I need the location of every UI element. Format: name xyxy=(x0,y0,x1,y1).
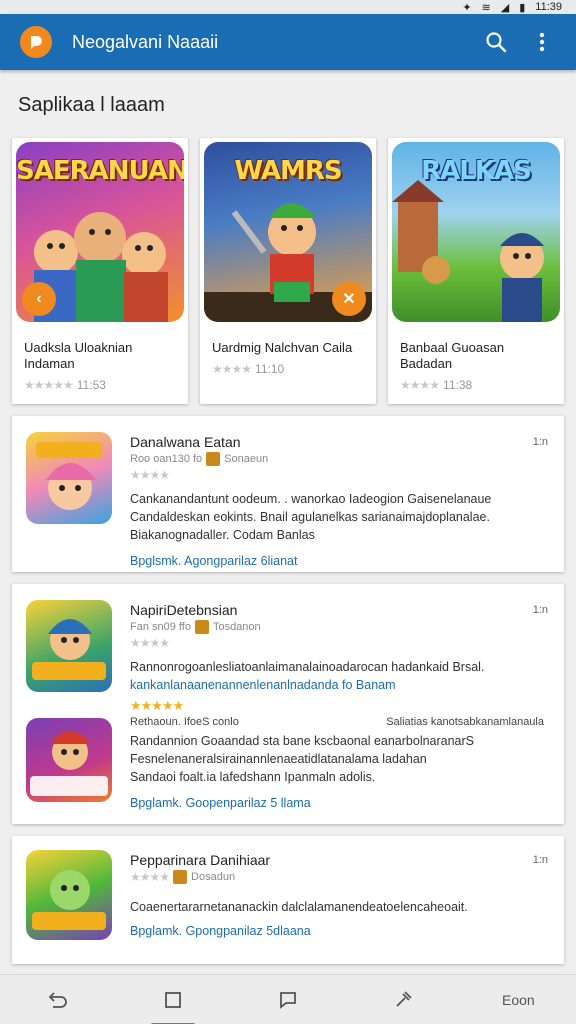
featured-rating: ★★★★ 11:38 xyxy=(400,378,552,392)
featured-card[interactable]: RALKAS Banbaal Guoasan Badadan ★★★★ 11:3… xyxy=(388,138,564,404)
rating-stars-icon: ★★★★ xyxy=(212,362,252,376)
featured-card[interactable]: WAMRS ✕ Uardmig Nalchvan Caila ★★★★ 11:1… xyxy=(200,138,376,404)
list-title: Pepparinara Danihiaar xyxy=(130,852,271,868)
list-desc: Cankanandantunt oodeum. . wanorkao Iadeo… xyxy=(130,490,544,544)
list-body: NapiriDetebnsian Fan sn09 ffo Tosdanon ★… xyxy=(130,602,544,810)
list-meta: ★★★★ Dosadun xyxy=(130,870,544,884)
list-desc: Coaenertararnetananackin dalclalamanende… xyxy=(130,898,544,916)
close-badge-icon[interactable]: ✕ xyxy=(332,282,366,316)
search-icon[interactable] xyxy=(476,22,516,62)
play-badge-icon[interactable]: ‹ xyxy=(22,282,56,316)
list-rating: ★★★★ xyxy=(130,636,544,650)
nav-last-label[interactable]: Eoon xyxy=(488,980,548,1020)
meta-text: Sonaeun xyxy=(224,453,269,465)
status-bar: ✦ ≋ ◢ ▮ 11:39 xyxy=(0,0,576,14)
desc-line: Rannonrogoanlesliatoanlaimanalainoadaroc… xyxy=(130,660,485,674)
list-link[interactable]: Bpglsmk. Agongparilaz 6lianat xyxy=(130,554,544,568)
featured-card[interactable]: SAERANUAN ‹ Uadksla Uloaknian Indaman ★★… xyxy=(12,138,188,404)
rating-stars-icon: ★★★★ xyxy=(130,468,170,482)
list-item[interactable]: 1:n Pepparinara Danihiaar ★★★★ Dosadun C… xyxy=(12,836,564,964)
desc-line: Coaenertararnetananackin dalclalamanende… xyxy=(130,900,468,914)
desc-line: Candaldeskan eokints. Bnail agulanelkas … xyxy=(130,510,490,524)
list-sub-rating-row: Rethaoun. IfoeS conlo Saliatias kanotsab… xyxy=(130,716,544,728)
section-title: Saplikaa l laaam xyxy=(18,94,165,116)
list-meta: Roo oan130 fo Sonaeun xyxy=(130,452,544,466)
desc-line: Cankanandantunt oodeum. . wanorkao Iadeo… xyxy=(130,492,492,506)
list-desc: Rannonrogoanlesliatoanlaimanalainoadaroc… xyxy=(130,658,544,694)
game-icon xyxy=(26,850,112,940)
featured-art-title: WAMRS xyxy=(234,156,342,186)
list-body: Pepparinara Danihiaar ★★★★ Dosadun Coaen… xyxy=(130,852,544,938)
rating-value: 11:53 xyxy=(76,378,106,392)
rating-stars-gold-icon: ★★★★★ xyxy=(130,698,184,713)
featured-name: Uadksla Uloaknian Indaman xyxy=(24,340,133,371)
meta-text: Tosdanon xyxy=(212,621,261,633)
rating-value: 11:10 xyxy=(255,362,285,376)
tools-icon[interactable] xyxy=(373,980,433,1020)
meta-text: Dosadun xyxy=(191,871,236,883)
notification-icon: ✦ xyxy=(462,1,472,14)
sub-rating-label: Rethaoun. IfoeS conlo xyxy=(130,716,239,728)
desc-line: Fesnelenaneralsirainannlenaeatidlatanala… xyxy=(130,752,427,766)
featured-name: Uardmig Nalchvan Caila xyxy=(212,340,353,355)
list-title: Danalwana Eatan xyxy=(130,434,241,450)
app-bar: Neogalvani Naaaii xyxy=(0,14,576,70)
featured-art: WAMRS ✕ xyxy=(204,142,372,322)
featured-art-title: RALKAS xyxy=(421,156,532,186)
rating-stars-icon: ★★★★ xyxy=(130,636,170,650)
lock-icon xyxy=(173,870,188,884)
featured-art: RALKAS xyxy=(392,142,560,322)
lock-icon xyxy=(206,452,221,466)
list-sub-rating: ★★★★★ xyxy=(130,698,544,714)
game-icon xyxy=(26,718,112,802)
featured-rating: ★★★★ 11:10 xyxy=(212,362,364,376)
list-item[interactable]: 1:n NapiriDetebnsian Fan sn09 ffo Tosdan… xyxy=(12,584,564,824)
featured-row: SAERANUAN ‹ Uadksla Uloaknian Indaman ★★… xyxy=(12,138,564,404)
signal-icon: ◢ xyxy=(500,1,510,14)
featured-rating: ★★★★★ 11:53 xyxy=(24,378,176,392)
sub-rating-right: Saliatias kanotsabkanamlanaula xyxy=(386,716,544,728)
desc-line: kankanlanaanenannenlenanlnadanda fo Bana… xyxy=(130,678,396,692)
list-link[interactable]: Bpglamk. Goopenparilaz 5 llama xyxy=(130,796,544,810)
more-vert-icon[interactable] xyxy=(522,22,562,62)
lock-icon xyxy=(194,620,209,634)
battery-icon: ▮ xyxy=(519,1,526,14)
featured-name: Banbaal Guoasan Badadan xyxy=(400,340,505,371)
desc-line: Biakanognadaller. Codam Banlas xyxy=(130,528,315,542)
list-title: NapiriDetebnsian xyxy=(130,602,238,618)
featured-art: SAERANUAN ‹ xyxy=(16,142,184,322)
list-body: Danalwana Eatan Roo oan130 fo Sonaeun ★★… xyxy=(130,434,544,568)
rating-value: 11:38 xyxy=(443,378,473,392)
rating-stars-icon: ★★★★ xyxy=(130,870,170,884)
list-rating: ★★★★ xyxy=(130,468,544,482)
featured-art-title: SAERANUAN xyxy=(16,156,184,186)
game-icon xyxy=(26,600,112,692)
list-item[interactable]: 1:n Danalwana Eatan Roo oan130 fo Sonaeu… xyxy=(12,416,564,572)
game-icon xyxy=(26,432,112,524)
chat-icon[interactable] xyxy=(258,980,318,1020)
app-title: Neogalvani Naaaii xyxy=(72,31,219,52)
desc-line: Sandaoi foalt.ia lafedshann Ipanmaln ado… xyxy=(130,770,376,784)
list-link[interactable]: Bpglamk. Gpongpanilaz 5dlaana xyxy=(130,924,544,938)
rating-stars-icon: ★★★★ xyxy=(400,378,440,392)
meta-text: Roo oan130 fo xyxy=(130,453,203,465)
back-icon[interactable] xyxy=(28,980,88,1020)
status-time: 11:39 xyxy=(535,1,562,13)
desc-line: Randannion Goaandad sta bane kscbaonal e… xyxy=(130,734,475,748)
wifi-icon: ≋ xyxy=(481,1,491,14)
list-desc-2: Randannion Goaandad sta bane kscbaonal e… xyxy=(130,732,544,786)
rating-stars-icon: ★★★★★ xyxy=(24,378,74,392)
list-meta: Fan sn09 ffo Tosdanon xyxy=(130,620,544,634)
meta-text: Fan sn09 ffo xyxy=(130,621,191,633)
app-logo-icon[interactable] xyxy=(20,26,52,58)
home-icon[interactable] xyxy=(143,980,203,1024)
bottom-nav: Eoon xyxy=(0,974,576,1024)
